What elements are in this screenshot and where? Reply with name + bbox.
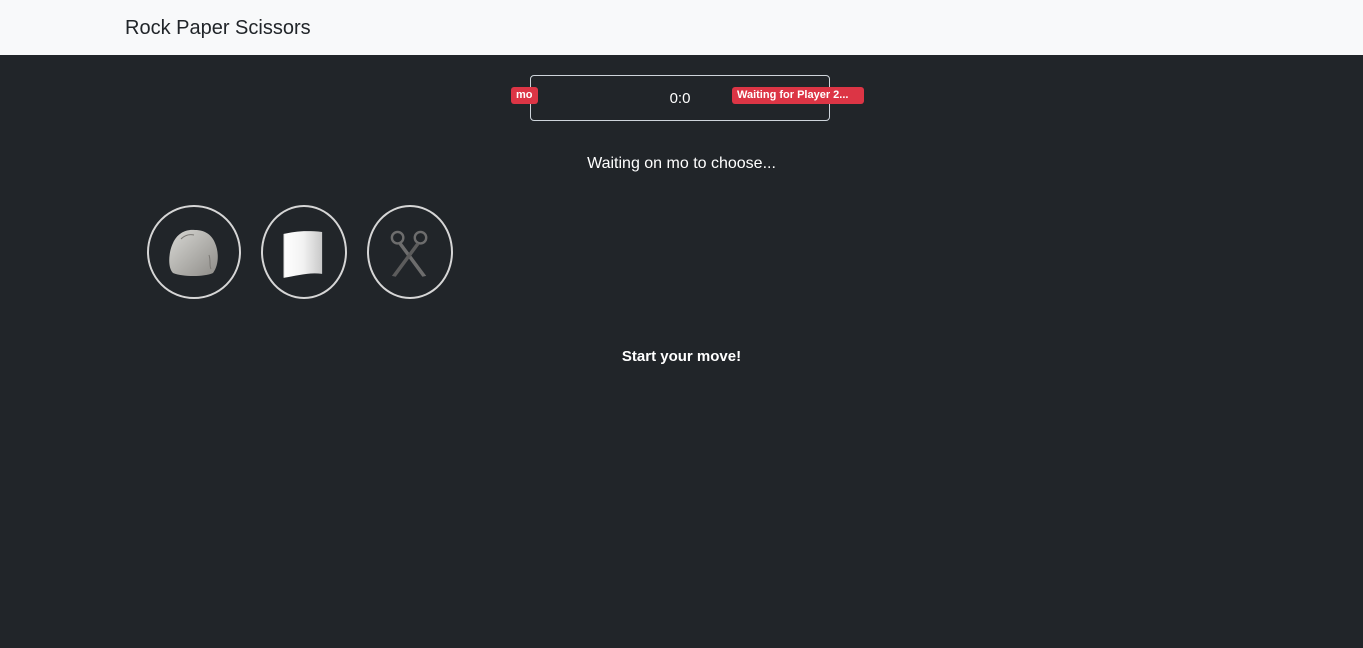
rock-icon: [169, 229, 218, 276]
waiting-message: Waiting on mo to choose...: [587, 155, 776, 172]
navbar: Rock Paper Scissors: [0, 0, 1363, 55]
rock-button[interactable]: [147, 205, 241, 299]
paper-button[interactable]: [261, 205, 347, 299]
player1-badge: mo: [511, 87, 538, 104]
paper-icon: [283, 231, 323, 278]
scissors-button[interactable]: [367, 205, 453, 299]
status-message: Start your move!: [621, 348, 742, 365]
scissors-icon: [390, 230, 428, 277]
player2-badge: Waiting for Player 2...: [732, 87, 864, 104]
navbar-brand[interactable]: Rock Paper Scissors: [125, 16, 311, 40]
